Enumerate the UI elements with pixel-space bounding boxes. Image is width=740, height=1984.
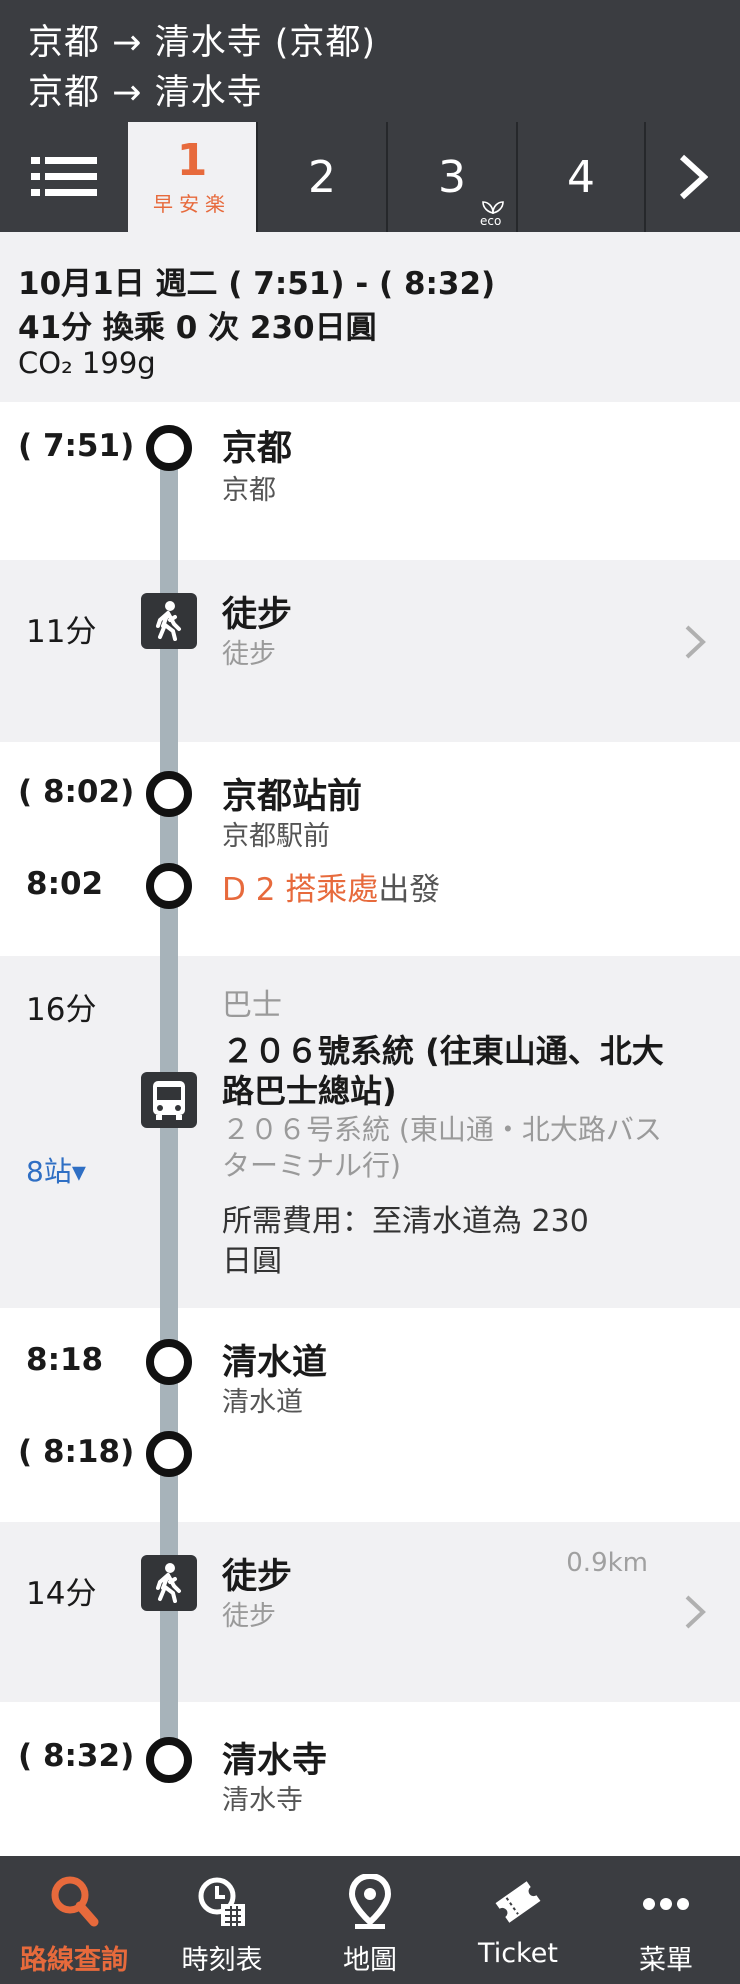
tab-route-2-number: 2 [308,151,336,203]
walk-icon [156,601,181,641]
station-dot [146,425,192,471]
ticket-icon [495,1881,541,1923]
departure-time: ( 8:18) [18,1434,135,1470]
nav-timetable[interactable]: 時刻表 [148,1856,296,1984]
route-summary: 10月1日 週二 ( 7:51) - ( 8:32) 41分 換乘 0 次 23… [0,232,740,402]
eco-badge-label: eco [480,214,502,228]
tab-route-1[interactable]: 1 早安楽 [128,122,256,232]
walk-icon [156,1563,181,1603]
eco-badge: eco [480,200,506,228]
fare-info-1: 所需費用：至清水道為 230 [222,1204,589,1239]
walk-duration: 14分 [26,1576,97,1612]
list-button[interactable] [0,122,128,232]
station-name[interactable]: 清水寺 [222,1732,327,1783]
boarding-platform: D 2 搭乘處 [222,872,379,908]
nav-label: 地圖 [343,1945,397,1976]
bus-duration: 16分 [26,992,97,1028]
boarding-dot [146,863,192,909]
bus-line-sub-2: ターミナル行) [222,1149,401,1182]
station-name[interactable]: 京都站前 [222,768,362,819]
bus-line-name-2: 路巴士總站) [222,1072,397,1110]
station-dot [146,1339,192,1385]
nav-label: Ticket [478,1938,558,1969]
summary-co2: CO₂ 199g [18,346,156,380]
station-sub-name: 清水道 [222,1387,303,1418]
route-title-line2: 京都 → 清水寺 [28,73,263,113]
next-tab-button[interactable] [644,122,740,232]
chevron-right-icon[interactable] [684,1594,706,1639]
chevron-right-icon [679,154,708,200]
bus-line-sub-1: ２０６号系統 (東山通・北大路バス [222,1113,662,1146]
chevron-right-icon[interactable] [684,624,706,669]
route-header: 京都 → 清水寺 (京都) 京都 → 清水寺 [0,0,740,122]
tab-route-1-number: 1 [176,134,208,186]
tab-route-3[interactable]: 3 eco [386,122,516,232]
station-dot [146,1431,192,1477]
nav-map[interactable]: 地圖 [296,1856,444,1984]
leaf-icon [482,201,504,214]
walk-distance: 0.9km [566,1548,648,1578]
walk-icon-box [141,593,197,649]
walk-icon-box [141,1555,197,1611]
walk-label: 徒步 [222,1557,293,1597]
tab-route-1-label: 早安楽 [153,191,231,216]
station-row-kyoto [0,402,740,560]
tab-route-3-number: 3 [438,151,466,203]
walk-sub-label: 徒步 [222,639,276,670]
nav-menu[interactable]: 菜單 [592,1856,740,1984]
station-row-kiyomizudera [0,1702,740,1856]
nav-label: 路線查詢 [20,1945,128,1976]
fare-info-2: 日圓 [222,1244,282,1279]
arrival-time: 8:18 [26,1342,104,1378]
summary-date-time: 10月1日 週二 ( 7:51) - ( 8:32) [18,266,496,302]
boarding-action: 出發 [378,872,441,908]
station-name[interactable]: 京都 [222,420,292,471]
walk-label: 徒步 [222,595,293,635]
boarding-time: 8:02 [26,866,104,902]
nav-ticket[interactable]: Ticket [444,1856,592,1984]
station-name[interactable]: 清水道 [222,1334,327,1385]
stops-toggle[interactable]: 8站▾ [26,1150,86,1190]
more-icon [643,1898,689,1910]
walk-row-1[interactable] [0,560,740,742]
arrival-time: ( 8:32) [18,1738,135,1774]
bus-icon [153,1081,185,1120]
route-title-line1: 京都 → 清水寺 (京都) [28,23,377,63]
list-icon [31,157,97,196]
station-sub-name: 京都駅前 [222,821,330,852]
station-row-kiyomizumichi [0,1308,740,1522]
station-sub-name: 清水寺 [222,1785,303,1816]
bus-icon-box [141,1072,197,1128]
nav-route-search[interactable]: 路線查詢 [0,1856,148,1984]
station-dot [146,771,192,817]
summary-duration-fare: 41分 換乘 0 次 230日圓 [18,310,377,346]
bus-type: 巴士 [222,988,282,1023]
destination-dot [146,1737,192,1783]
timetable-icon [198,1877,245,1926]
nav-label: 菜單 [639,1945,693,1976]
departure-time: ( 7:51) [18,428,135,464]
search-icon [51,1876,99,1927]
tab-route-4-number: 4 [567,151,595,203]
walk-sub-label: 徒步 [222,1601,276,1632]
route-tabs: 1 早安楽 2 3 eco 4 [0,122,740,232]
map-pin-icon [348,1874,392,1929]
arrival-time: ( 8:02) [18,774,135,810]
boarding-info: D 2 搭乘處出發 [222,864,440,909]
station-sub-name: 京都 [222,475,276,506]
tab-route-2[interactable]: 2 [256,122,386,232]
tab-route-4[interactable]: 4 [516,122,644,232]
walk-duration: 11分 [26,614,97,650]
nav-label: 時刻表 [181,1945,263,1976]
bottom-nav: 路線查詢 時刻表 地圖 Ticket 菜單 [0,1856,740,1984]
